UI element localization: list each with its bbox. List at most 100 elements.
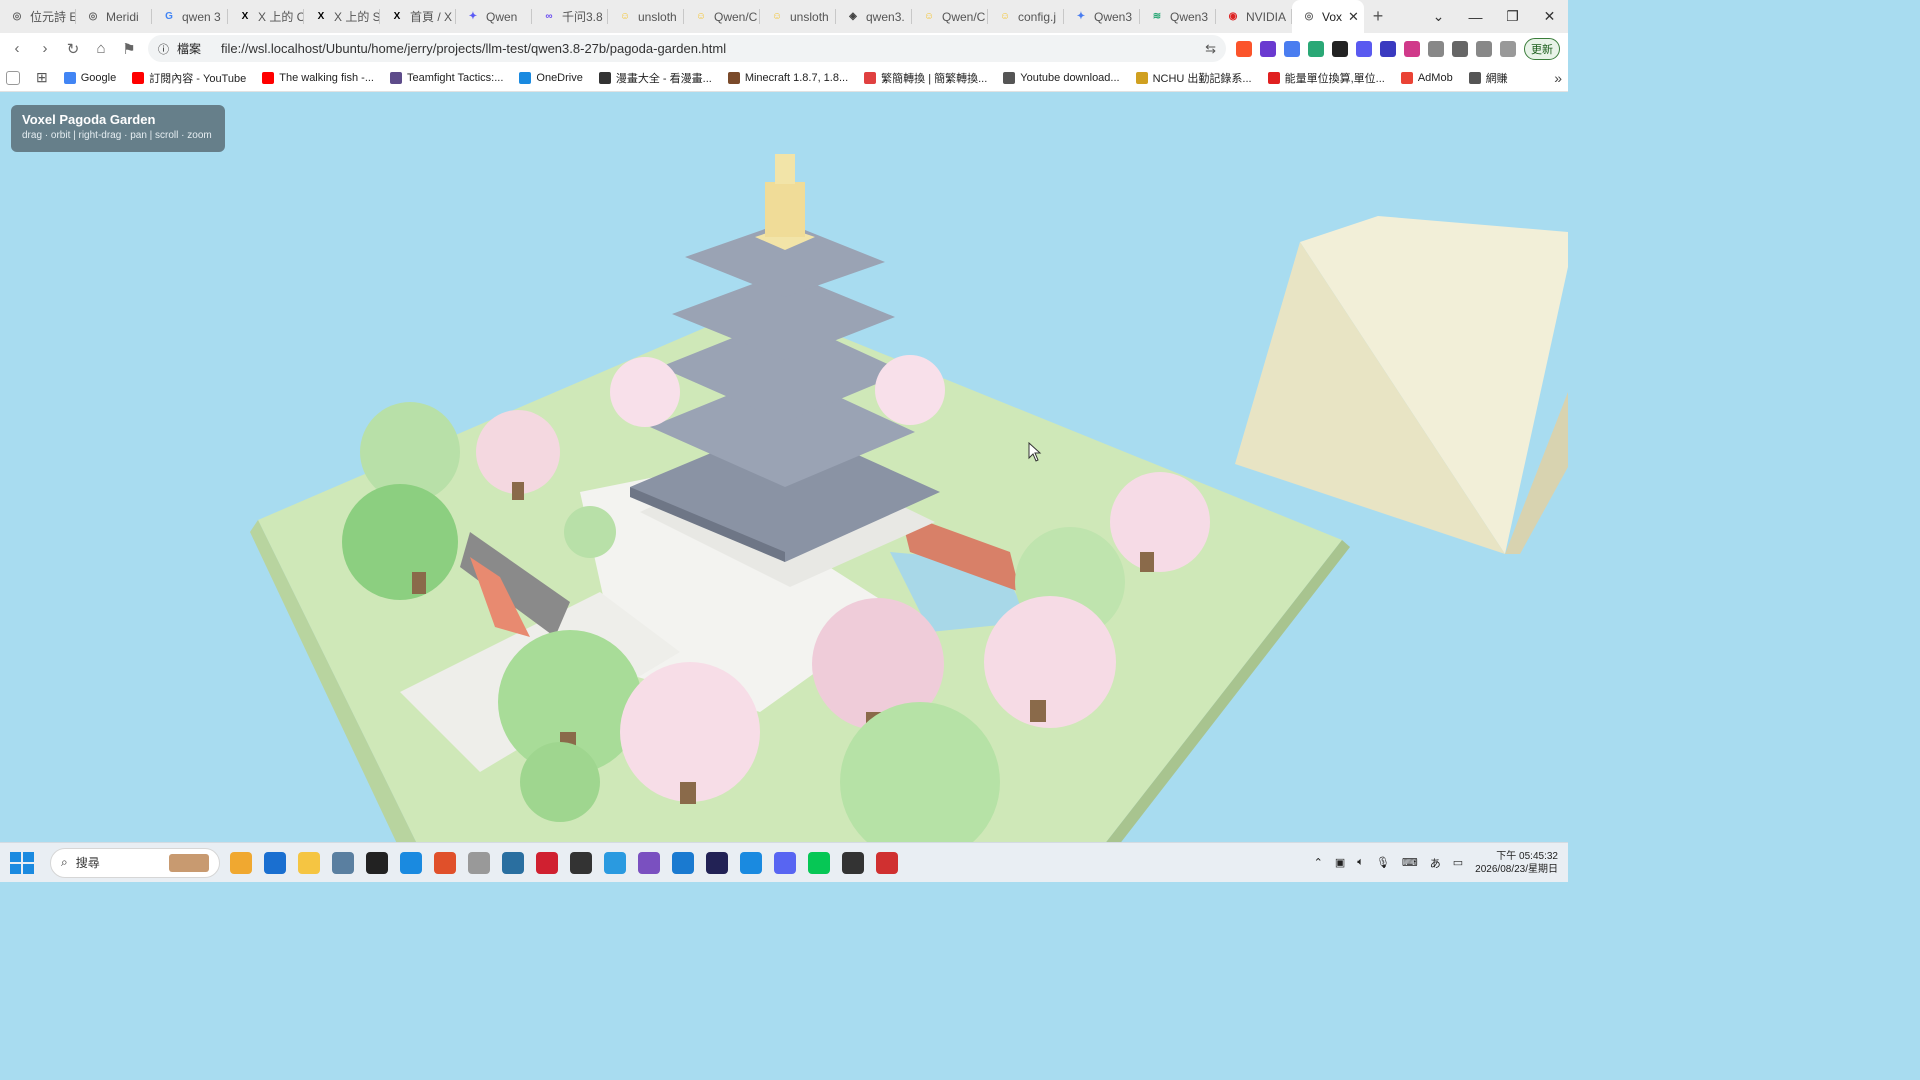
tab-active[interactable]: ◎ Vox ✕ (1292, 0, 1364, 33)
tab[interactable]: ◎ 位元詩 E (0, 0, 76, 33)
tab-label: qwen3. (866, 9, 905, 24)
bookmark-icon[interactable]: ⚑ (120, 40, 138, 58)
tab[interactable]: ☺ Qwen/C (912, 0, 988, 33)
tab[interactable]: X 首頁 / X (380, 0, 456, 33)
tab[interactable]: ∞ 千问3.8 (532, 0, 608, 33)
update-button[interactable]: 更新 (1524, 37, 1560, 60)
bookmark-item[interactable]: 網賺 (1468, 70, 1508, 86)
chevron-up-icon[interactable]: ⌃ (1314, 856, 1323, 869)
tab-close-icon[interactable]: ✕ (1348, 9, 1359, 25)
maximize-button[interactable]: ❐ (1494, 8, 1531, 25)
tab[interactable]: ✦ Qwen (456, 0, 532, 33)
extension-icon[interactable] (1332, 40, 1348, 57)
tab[interactable]: X X 上的 S (304, 0, 380, 33)
taskbar-app-icon[interactable] (332, 851, 354, 874)
bookmark-item[interactable]: 訂閱內容 - YouTube (132, 70, 246, 86)
tab-label: unsloth (638, 9, 677, 24)
ime-icon[interactable]: ⌨︎ (1402, 856, 1418, 869)
forward-icon[interactable]: › (36, 40, 54, 57)
tab[interactable]: ☺ unsloth (760, 0, 836, 33)
bookmark-favicon-icon (864, 71, 877, 84)
bookmark-item[interactable]: 能量單位換算,單位... (1267, 70, 1385, 86)
minimize-button[interactable]: — (1457, 9, 1494, 25)
clock-date: 2026/08/23/星期日 (1475, 863, 1558, 875)
tab[interactable]: ◉ NVIDIA (1216, 0, 1292, 33)
taskbar-app-icon[interactable] (876, 851, 898, 874)
extension-icon[interactable] (1356, 40, 1372, 57)
network-icon[interactable]: ▭ (1453, 856, 1463, 869)
tab[interactable]: ≋ Qwen3 (1140, 0, 1216, 33)
bookmark-item[interactable]: Teamfight Tactics:... (390, 71, 503, 84)
apps-grid-icon[interactable]: ⊞ (36, 69, 48, 86)
taskbar-app-icon[interactable] (264, 851, 286, 874)
tab-search-icon[interactable]: ⌄ (1420, 8, 1457, 25)
extension-icon[interactable] (1380, 40, 1396, 57)
clock[interactable]: 下午 05:45:32 2026/08/23/星期日 (1475, 850, 1558, 876)
url-text[interactable]: file://wsl.localhost/Ubuntu/home/jerry/p… (221, 41, 726, 56)
close-window-button[interactable]: ✕ (1531, 8, 1568, 25)
tab[interactable]: ☺ unsloth (608, 0, 684, 33)
bookmark-item[interactable]: Google (63, 71, 116, 84)
taskbar-app-icon[interactable] (638, 851, 660, 874)
bookmark-item[interactable]: NCHU 出勤記錄系... (1135, 70, 1252, 86)
translate-icon[interactable]: ⇆ (1205, 41, 1216, 57)
more-bookmarks-button[interactable]: » (1554, 70, 1562, 86)
voxel-scene[interactable] (0, 92, 1568, 842)
puzzle-icon[interactable] (1428, 40, 1444, 57)
taskbar-app-icon[interactable] (366, 851, 388, 874)
taskbar-app-icon[interactable] (808, 851, 830, 874)
controls-hint: drag · orbit | right-drag · pan | scroll… (22, 130, 212, 141)
taskbar-app-icon[interactable] (298, 851, 320, 874)
bookmark-item[interactable]: 漫畫大全 - 看漫畫... (598, 70, 712, 86)
bookmark-item[interactable]: 繁簡轉換 | 簡繁轉換... (864, 70, 987, 86)
taskbar-app-icon[interactable] (672, 851, 694, 874)
start-button[interactable] (10, 851, 34, 874)
tab[interactable]: ◎ Meridi (76, 0, 152, 33)
translate-extension-icon[interactable] (1284, 40, 1300, 57)
address-bar[interactable]: ⓘ 檔案 file://wsl.localhost/Ubuntu/home/je… (148, 35, 1226, 62)
taskbar-search[interactable]: ⌕ 搜尋 (50, 847, 220, 878)
tab[interactable]: Gqwen 3 (152, 0, 228, 33)
leo-icon[interactable] (1500, 40, 1516, 57)
three-canvas[interactable]: Voxel Pagoda Garden drag · orbit | right… (0, 92, 1568, 842)
gpu-icon[interactable]: ▣ (1335, 856, 1345, 869)
volume-icon[interactable]: 🔈︎ (1357, 856, 1364, 869)
language-icon[interactable]: あ (1430, 855, 1441, 871)
brave-rewards-icon[interactable] (1260, 40, 1276, 57)
taskbar-app-icon[interactable] (570, 851, 592, 874)
sidebar-icon[interactable] (1452, 40, 1468, 57)
floating-cube (1235, 216, 1568, 554)
tab[interactable]: ✦ Qwen3 (1064, 0, 1140, 33)
taskbar-app-icon[interactable] (230, 851, 252, 874)
bookmark-item[interactable]: AdMob (1400, 71, 1453, 84)
taskbar-app-icon[interactable] (400, 851, 422, 874)
sidebar-toggle-icon[interactable] (6, 70, 20, 85)
brave-shield-icon[interactable] (1236, 40, 1252, 57)
tab[interactable]: X X 上的 C (228, 0, 304, 33)
reload-icon[interactable]: ↻ (64, 40, 82, 58)
info-icon[interactable]: ⓘ (158, 41, 169, 57)
new-tab-button[interactable]: + (1364, 6, 1392, 27)
taskbar-app-icon[interactable] (468, 851, 490, 874)
taskbar-app-icon[interactable] (774, 851, 796, 874)
bookmark-item[interactable]: OneDrive (519, 71, 583, 84)
taskbar-app-icon[interactable] (536, 851, 558, 874)
taskbar-app-icon[interactable] (604, 851, 626, 874)
shield-extension-icon[interactable] (1308, 40, 1324, 57)
taskbar-app-icon[interactable] (842, 851, 864, 874)
taskbar-app-icon[interactable] (740, 851, 762, 874)
tab[interactable]: ☺ Qwen/C (684, 0, 760, 33)
taskbar-app-icon[interactable] (706, 851, 728, 874)
home-icon[interactable]: ⌂ (92, 40, 110, 57)
wallet-icon[interactable] (1476, 40, 1492, 57)
extension-icon[interactable] (1404, 40, 1420, 57)
tab[interactable]: ◈ qwen3. (836, 0, 912, 33)
bookmark-item[interactable]: Minecraft 1.8.7, 1.8... (727, 71, 848, 84)
taskbar-app-icon[interactable] (502, 851, 524, 874)
back-icon[interactable]: ‹ (8, 40, 26, 57)
tab[interactable]: ☺ config.j (988, 0, 1064, 33)
microphone-icon[interactable]: 🎙︎ (1376, 856, 1390, 869)
bookmark-item[interactable]: The walking fish -... (262, 71, 374, 84)
bookmark-item[interactable]: Youtube download... (1003, 71, 1120, 84)
taskbar-app-icon[interactable] (434, 851, 456, 874)
